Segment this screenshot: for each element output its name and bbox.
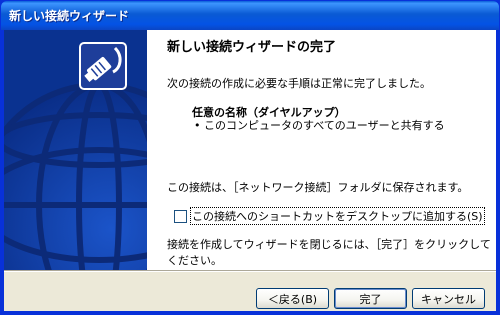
window-title: 新しい接続ウィザード: [9, 9, 130, 23]
intro-text: 次の接続の作成に必要な手順は正常に完了しました。: [167, 77, 431, 90]
desktop-shortcut-label[interactable]: この接続へのショートカットをデスクトップに追加する(S): [190, 207, 485, 225]
connection-detail-item: • このコンピュータのすべてのユーザーと共有する: [194, 117, 445, 133]
dialog-client-area: 新しい接続ウィザードの完了 次の接続の作成に必要な手順は正常に完了しました。 任…: [4, 30, 496, 311]
wizard-window: 新しい接続ウィザード 新しい接続ウィザードの完了 次の接続の作成に必要な手順は正…: [0, 0, 500, 315]
desktop-shortcut-option[interactable]: この接続へのショートカットをデスクトップに追加する(S): [174, 207, 485, 225]
page-title: 新しい接続ウィザードの完了: [167, 40, 337, 55]
title-bar[interactable]: 新しい接続ウィザード: [1, 1, 499, 30]
connection-detail-text: このコンピュータのすべてのユーザーと共有する: [204, 119, 445, 132]
finish-button[interactable]: 完了: [334, 288, 407, 309]
finish-instruction: 接続を作成してウィザードを閉じるには、［完了］をクリックしてください。: [167, 238, 491, 267]
bullet-icon: •: [194, 119, 201, 132]
saved-location-note: この接続は、［ネットワーク接続］フォルダに保存されます。: [167, 181, 469, 194]
back-button[interactable]: ＜戻る(B): [256, 288, 329, 309]
cancel-button[interactable]: キャンセル: [412, 288, 485, 309]
button-area-divider: [4, 270, 496, 272]
wizard-banner: [4, 30, 147, 270]
wizard-content: 新しい接続ウィザードの完了 次の接続の作成に必要な手順は正常に完了しました。 任…: [147, 30, 496, 270]
desktop-shortcut-checkbox[interactable]: [174, 209, 187, 223]
network-plug-icon: [79, 42, 127, 90]
